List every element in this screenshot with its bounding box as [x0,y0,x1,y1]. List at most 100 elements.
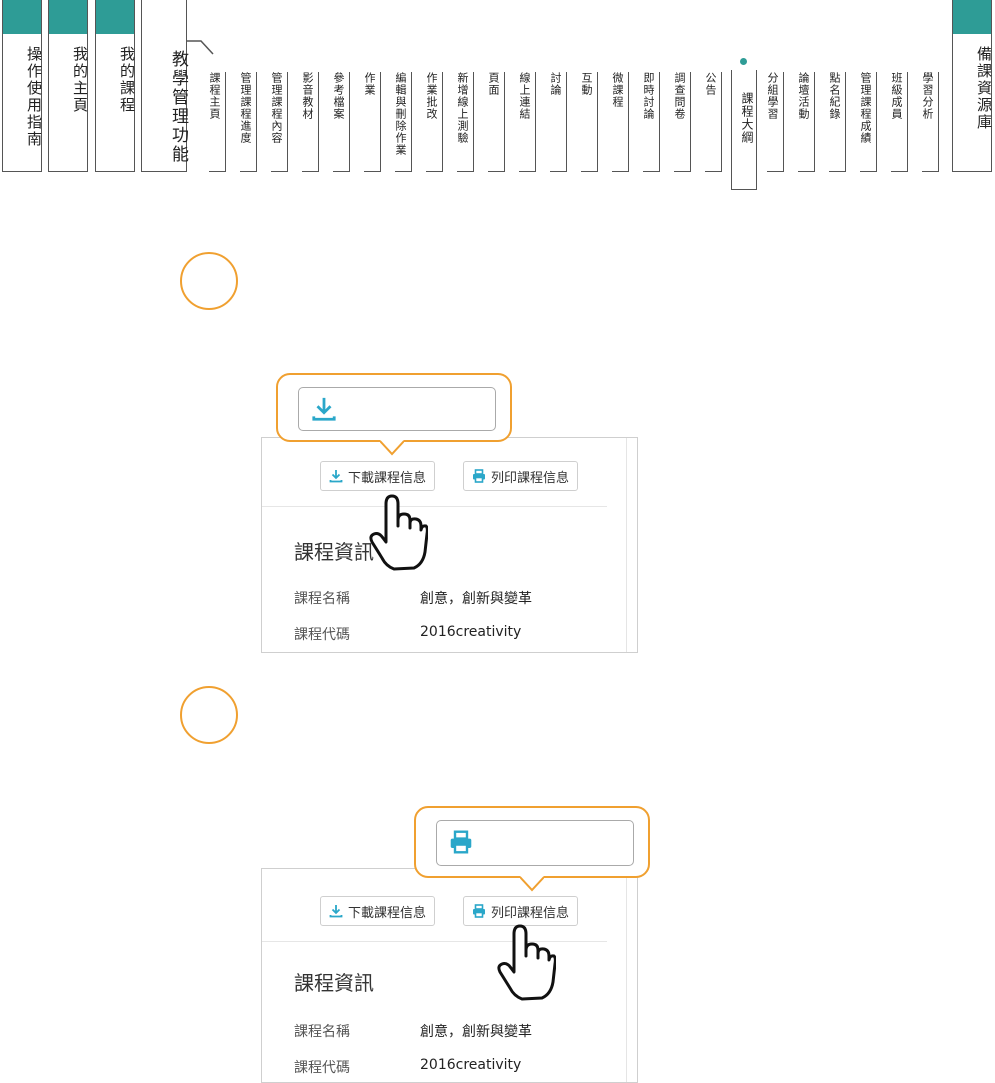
button-label: 列印課程信息 [491,905,570,921]
tab-label: 備課資源庫 [975,46,993,131]
step-circle-1 [180,252,238,310]
sub-nav-item[interactable]: 調查問卷 [669,72,691,172]
sub-nav-label: 編輯與刪除作業 [394,72,407,156]
download-icon [329,470,343,483]
step-circle-2 [180,686,238,744]
sub-nav-label: 調查問卷 [673,72,686,120]
course-code-value: 2016creativity [420,624,522,640]
print-course-info-button[interactable]: 列印課程信息 [463,461,579,491]
sub-nav-item[interactable]: 編輯與刪除作業 [390,72,412,172]
sub-nav-label: 課程主頁 [208,72,221,120]
course-code-value: 2016creativity [420,1057,522,1073]
sub-nav-label: 課程大綱 [740,92,754,144]
tab-label: 我的主頁 [71,46,89,114]
active-indicator-dot [740,58,747,65]
course-code-label: 課程代碼 [294,627,350,643]
sub-nav-item[interactable]: 作業批改 [421,72,443,172]
download-course-info-button[interactable]: 下載課程信息 [320,461,436,491]
callout-pointer [520,876,544,892]
callout-pointer [380,440,404,456]
sub-nav-label: 學習分析 [921,72,934,120]
tab-cap [49,0,87,34]
sub-nav-label: 管理課程內容 [270,72,283,144]
zoomed-download-button [298,387,496,431]
download-icon [312,397,336,421]
sub-nav-item[interactable]: 參考檔案 [328,72,350,172]
section-title: 課程資訊 [294,540,374,564]
sub-nav-label: 作業批改 [425,72,438,120]
sub-nav-label: 參考檔案 [332,72,345,120]
tab-label: 教學管理功能 [168,50,188,164]
sub-nav-item[interactable]: 分組學習 [762,72,784,172]
pointer-hand-icon [497,924,556,1001]
screenshot-panel-1: 下載課程信息 列印課程信息 課程資訊 課程名稱 創意，創新與變革 課程代碼 20… [261,437,638,653]
zoom-callout-2 [414,806,650,878]
tab-cap [953,0,991,34]
button-label: 列印課程信息 [491,470,570,486]
printer-icon [450,830,472,854]
printer-icon [473,904,485,918]
sub-nav-label: 分組學習 [766,72,779,120]
course-name-label: 課程名稱 [294,1024,350,1040]
section-title: 課程資訊 [294,971,374,995]
screenshot-panel-2: 下載課程信息 列印課程信息 課程資訊 課程名稱 創意，創新與變革 課程代碼 20… [261,868,638,1083]
sub-nav-label: 作業 [363,72,376,96]
tab-label: 操作使用指南 [25,46,43,148]
course-code-label: 課程代碼 [294,1060,350,1076]
sub-nav-label: 互動 [580,72,593,96]
sub-nav-item[interactable]: 新增線上測驗 [452,72,474,172]
sub-nav-item[interactable]: 討論 [545,72,567,172]
sub-nav-label: 即時討論 [642,72,655,120]
sub-nav-label: 新增線上測驗 [456,72,469,144]
sub-nav-label: 管理課程成績 [859,72,872,144]
sub-nav-item[interactable]: 線上連結 [514,72,536,172]
button-label: 下載課程信息 [348,905,427,921]
sub-nav-item[interactable]: 課程大綱 [731,70,757,190]
sub-nav-item[interactable]: 公告 [700,72,722,172]
sub-nav-item[interactable]: 班級成員 [886,72,908,172]
sub-nav-label: 點名紀錄 [828,72,841,120]
sub-nav-label: 班級成員 [890,72,903,120]
sub-nav-item[interactable]: 點名紀錄 [824,72,846,172]
sub-nav-label: 頁面 [487,72,500,96]
sub-nav-item[interactable]: 頁面 [483,72,505,172]
sub-nav-item[interactable]: 學習分析 [917,72,939,172]
sub-nav-label: 影音教材 [301,72,314,120]
tab-cap [3,0,41,34]
divider [262,506,607,507]
sub-nav-item[interactable]: 論壇活動 [793,72,815,172]
download-icon [329,905,343,918]
sub-nav-item[interactable]: 作業 [359,72,381,172]
tab-cap [96,0,134,34]
sub-nav-item[interactable]: 課程主頁 [204,72,226,172]
pointer-hand-icon [369,494,428,571]
sub-nav-item[interactable]: 管理課程進度 [235,72,257,172]
sub-nav-label: 線上連結 [518,72,531,120]
sub-nav-item[interactable]: 即時討論 [638,72,660,172]
tab-user-guide[interactable]: 操作使用指南 [2,0,43,172]
sub-nav-item[interactable]: 管理課程內容 [266,72,288,172]
tab-my-homepage[interactable]: 我的主頁 [48,0,89,172]
sub-nav-label: 管理課程進度 [239,72,252,144]
course-name-label: 課程名稱 [294,591,350,607]
download-course-info-button[interactable]: 下載課程信息 [320,896,436,926]
panel-edge [626,869,627,1082]
zoomed-print-button [436,820,634,866]
tab-prep-resources[interactable]: 備課資源庫 [952,0,993,172]
panel-edge [626,438,627,652]
sub-nav-item[interactable]: 互動 [576,72,598,172]
sub-nav-label: 微課程 [611,72,624,108]
sub-nav-label: 論壇活動 [797,72,810,120]
sub-nav-item[interactable]: 管理課程成績 [855,72,877,172]
printer-icon [473,469,485,483]
sub-nav-item[interactable]: 微課程 [607,72,629,172]
sub-nav-label: 公告 [704,72,717,96]
zoom-callout-1 [276,373,512,442]
sub-nav-item[interactable]: 影音教材 [297,72,319,172]
tab-my-courses[interactable]: 我的課程 [95,0,136,172]
button-label: 下載課程信息 [348,470,427,486]
tab-teaching-management[interactable]: 教學管理功能 [141,0,188,172]
tab-label: 我的課程 [118,46,136,114]
sub-nav-label: 討論 [549,72,562,96]
course-name-value: 創意，創新與變革 [420,1024,532,1040]
